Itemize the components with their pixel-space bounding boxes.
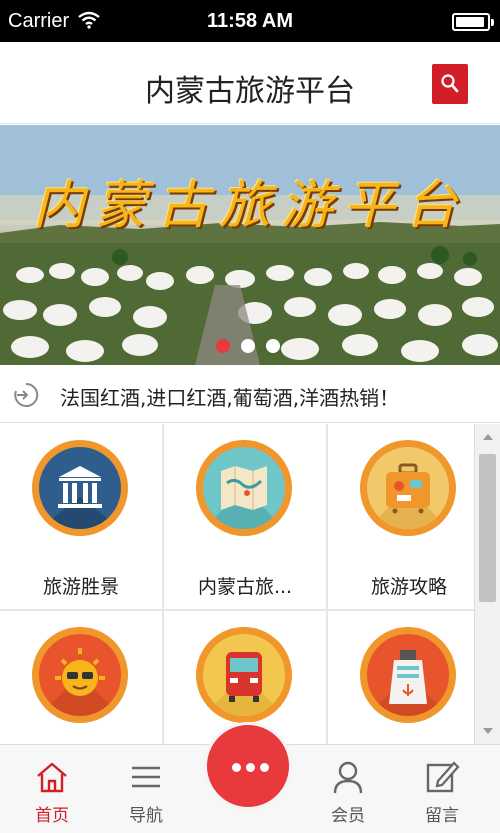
edit-icon bbox=[426, 761, 460, 793]
map-icon bbox=[203, 466, 285, 529]
banner-image bbox=[0, 125, 500, 365]
more-button[interactable] bbox=[204, 722, 292, 810]
more-icon-dot bbox=[232, 763, 241, 772]
ship-icon bbox=[367, 650, 449, 716]
banner-carousel[interactable]: 内蒙古旅游平台 bbox=[0, 125, 500, 365]
scroll-down-icon[interactable] bbox=[483, 728, 493, 734]
category-grid: 旅游胜景 内蒙古旅... 旅游攻略 bbox=[0, 424, 474, 744]
carousel-dot-3[interactable] bbox=[266, 339, 280, 353]
carousel-dot-2[interactable] bbox=[241, 339, 255, 353]
tab-message[interactable]: 留言 bbox=[402, 745, 482, 833]
tab-home-label: 首页 bbox=[35, 806, 69, 826]
grid-item-scenery[interactable]: 旅游胜景 bbox=[0, 424, 162, 609]
notice-bar[interactable]: 法国红酒,进口红酒,葡萄酒,洋酒热销！ bbox=[0, 365, 500, 423]
sun-icon bbox=[39, 648, 121, 716]
grid-item-label: 内蒙古旅... bbox=[197, 576, 293, 598]
tab-message-label: 留言 bbox=[425, 806, 459, 826]
user-icon bbox=[333, 761, 363, 794]
notice-text: 法国红酒,进口红酒,葡萄酒,洋酒热销！ bbox=[60, 386, 400, 410]
more-icon-dot bbox=[260, 763, 269, 772]
grid-item-sun[interactable] bbox=[0, 611, 162, 744]
scrollbar-thumb[interactable] bbox=[479, 454, 496, 602]
grid-item-label: 旅游胜景 bbox=[42, 576, 119, 598]
app-header: 内蒙古旅游平台 bbox=[0, 42, 500, 124]
tab-member-label: 会员 bbox=[331, 806, 365, 826]
scrollbar[interactable] bbox=[474, 424, 500, 744]
more-icon-dot bbox=[246, 763, 255, 772]
grid-item-inner-mongolia[interactable]: 内蒙古旅... bbox=[164, 424, 326, 609]
search-icon bbox=[441, 74, 459, 93]
grid-item-label: 旅游攻略 bbox=[370, 576, 447, 598]
page-title: 内蒙古旅游平台 bbox=[145, 74, 355, 109]
search-button[interactable] bbox=[432, 64, 468, 104]
tab-nav[interactable]: 导航 bbox=[106, 745, 186, 833]
suitcase-icon bbox=[367, 463, 449, 529]
carousel-dot-1[interactable] bbox=[216, 339, 230, 353]
scroll-up-icon[interactable] bbox=[483, 434, 493, 440]
status-bar: Carrier 11:58 AM bbox=[0, 0, 500, 42]
clock: 11:58 AM bbox=[207, 10, 293, 32]
grid-item-travel-guide[interactable]: 旅游攻略 bbox=[328, 424, 474, 609]
grid-item-ship[interactable] bbox=[328, 611, 474, 744]
tab-member[interactable]: 会员 bbox=[308, 745, 388, 833]
announcement-icon bbox=[14, 382, 39, 407]
bus-icon bbox=[203, 652, 285, 716]
menu-icon bbox=[132, 766, 160, 788]
museum-icon bbox=[39, 466, 121, 529]
battery-icon bbox=[452, 13, 494, 31]
tab-home[interactable]: 首页 bbox=[12, 745, 92, 833]
home-icon bbox=[37, 762, 67, 793]
tab-nav-label: 导航 bbox=[129, 806, 163, 826]
banner-caption: 内蒙古旅游平台 bbox=[32, 176, 467, 236]
